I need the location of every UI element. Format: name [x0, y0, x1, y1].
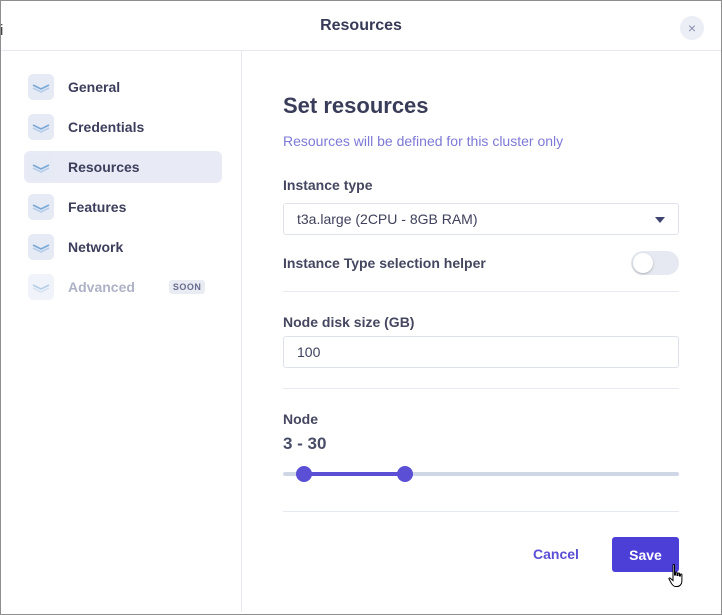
node-label: Node [283, 411, 318, 427]
cancel-button[interactable]: Cancel [533, 546, 579, 562]
disk-size-label: Node disk size (GB) [283, 314, 415, 330]
page-title: Set resources [283, 93, 429, 118]
toggle-knob [633, 253, 653, 273]
sidebar-item-resources[interactable]: Resources [24, 151, 222, 183]
selection-helper-toggle[interactable] [631, 251, 679, 275]
layers-icon [28, 114, 54, 140]
instance-type-select[interactable]: t3a.large (2CPU - 8GB RAM) [283, 203, 679, 235]
node-slider-max-handle[interactable] [396, 466, 413, 482]
node-slider-fill [304, 472, 405, 476]
sidebar-item-label: Features [68, 199, 127, 215]
modal-header: Resources × [1, 1, 721, 51]
close-icon: × [687, 20, 697, 36]
sidebar-item-label: General [68, 79, 121, 95]
sidebar-item-label: Network [68, 239, 124, 255]
sidebar-item-network[interactable]: Network [24, 231, 222, 263]
sidebar-item-label: Credentials [68, 119, 145, 135]
node-range-value: 3 - 30 [283, 434, 327, 453]
divider [283, 291, 679, 292]
disk-size-value: 100 [297, 344, 321, 360]
soon-badge: SOON [168, 280, 206, 294]
sidebar-item-general[interactable]: General [24, 71, 222, 103]
sidebar-item-features[interactable]: Features [24, 191, 222, 223]
chevron-down-icon [655, 217, 665, 223]
instance-type-label: Instance type [283, 177, 373, 193]
layers-icon [28, 234, 54, 260]
layers-icon [28, 194, 54, 220]
disk-size-input[interactable]: 100 [283, 336, 679, 368]
selection-helper-label: Instance Type selection helper [283, 255, 486, 271]
divider [283, 388, 679, 389]
sidebar-item-label: Advanced [68, 279, 135, 295]
layers-icon [28, 274, 54, 300]
hand-pointer-icon [668, 564, 683, 587]
layers-icon [28, 74, 54, 100]
layers-icon [28, 154, 54, 180]
sidebar-item-credentials[interactable]: Credentials [24, 111, 222, 143]
sidebar-item-label: Resources [68, 159, 140, 175]
sidebar-item-advanced: Advanced SOON [24, 271, 222, 303]
close-button[interactable]: × [680, 16, 704, 40]
page-subtitle: Resources will be defined for this clust… [283, 133, 564, 149]
sidebar: General Credentials Resources Features N… [1, 51, 242, 612]
divider [283, 511, 679, 512]
instance-type-value: t3a.large (2CPU - 8GB RAM) [297, 211, 478, 227]
modal-title: Resources [320, 16, 402, 34]
